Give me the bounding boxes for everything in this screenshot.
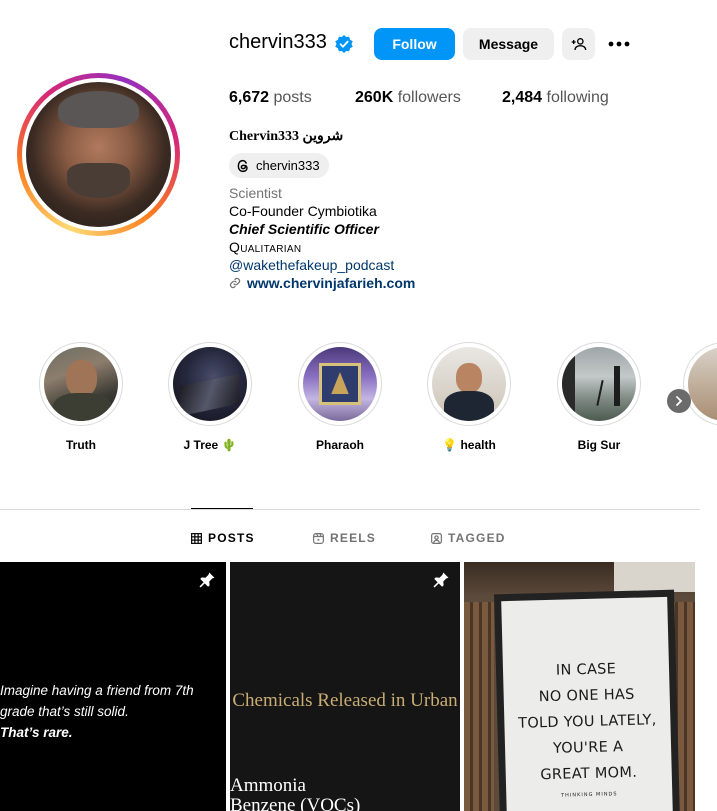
followers-link[interactable]: 260K followers	[355, 89, 461, 107]
chevron-right-icon	[676, 396, 683, 406]
post-list-item: Ammonia	[230, 775, 306, 796]
tab-posts[interactable]: POSTS	[191, 531, 255, 545]
highlight-label: J Tree 🌵	[183, 438, 237, 452]
bio-line: Chief Scientific Officer	[229, 221, 379, 237]
post-sign-text: TOLD YOU LATELY,	[517, 712, 657, 732]
profile-avatar[interactable]	[17, 73, 180, 236]
following-link[interactable]: 2,484 following	[502, 89, 609, 107]
post-sign-text: GREAT MOM.	[540, 764, 638, 784]
link-icon	[229, 277, 241, 289]
pin-icon	[433, 572, 449, 588]
bio-mention-link[interactable]: @wakethefakeup_podcast	[229, 257, 394, 273]
post-caption-text: Imagine having a friend from 7th	[0, 683, 194, 698]
story-highlight[interactable]: Big Sur	[557, 342, 641, 452]
post-tile[interactable]: IN CASE NO ONE HAS TOLD YOU LATELY, YOU'…	[464, 562, 695, 811]
active-tab-indicator	[191, 508, 253, 509]
post-list-item: Benzene (VOCs)	[230, 795, 361, 811]
post-caption-text: grade that’s still solid.	[0, 704, 129, 719]
tab-reels[interactable]: REELS	[313, 531, 376, 545]
profile-category: Scientist	[229, 185, 282, 201]
highlight-label: Pharaoh	[315, 438, 364, 452]
follow-button[interactable]: Follow	[374, 28, 455, 60]
reels-icon	[313, 532, 324, 544]
story-highlight[interactable]: 💡 health	[427, 342, 511, 452]
post-tile[interactable]: Chemicals Released in Urban Ammonia Benz…	[230, 562, 460, 811]
story-highlight[interactable]: Truth	[39, 342, 123, 452]
post-title-text: Chemicals Released in Urban	[232, 690, 458, 711]
threads-handle: chervin333	[256, 158, 320, 173]
tabs-divider	[0, 509, 700, 510]
profile-full-name: Chervin333 شروین	[229, 129, 344, 144]
suggested-users-button[interactable]	[562, 28, 595, 60]
story-highlight[interactable]: Pharaoh	[298, 342, 382, 452]
post-tile[interactable]: Imagine having a friend from 7th grade t…	[0, 562, 226, 811]
post-sign-image: IN CASE NO ONE HAS TOLD YOU LATELY, YOU'…	[494, 589, 680, 811]
post-sign-footer: THINKING MINDS	[560, 791, 618, 799]
more-options-icon[interactable]	[606, 33, 632, 55]
tagged-icon	[431, 532, 442, 544]
threads-icon	[237, 159, 248, 172]
profile-username: chervin333	[229, 31, 327, 53]
threads-badge[interactable]: chervin333	[229, 153, 329, 178]
post-caption-text: That’s rare.	[0, 725, 73, 740]
highlight-label: Big Sur	[577, 438, 621, 452]
story-highlight[interactable]	[683, 342, 717, 426]
website-link[interactable]: www.chervinjafarieh.com	[229, 275, 415, 291]
highlight-label: Truth	[66, 438, 96, 452]
verified-badge-icon	[335, 35, 353, 53]
highlight-label: 💡 health	[442, 438, 496, 452]
tab-tagged[interactable]: TAGGED	[431, 531, 506, 545]
pin-icon	[199, 572, 215, 588]
highlights-next-button[interactable]	[667, 389, 691, 413]
bio-line: Co-Founder Cymbiotika	[229, 203, 377, 219]
story-highlight[interactable]: J Tree 🌵	[168, 342, 252, 452]
posts-count: 6,672 posts	[229, 89, 312, 106]
add-person-icon	[571, 38, 586, 51]
grid-icon	[191, 532, 202, 544]
bio-line: Qualitarian	[229, 239, 302, 255]
message-button[interactable]: Message	[463, 28, 554, 60]
